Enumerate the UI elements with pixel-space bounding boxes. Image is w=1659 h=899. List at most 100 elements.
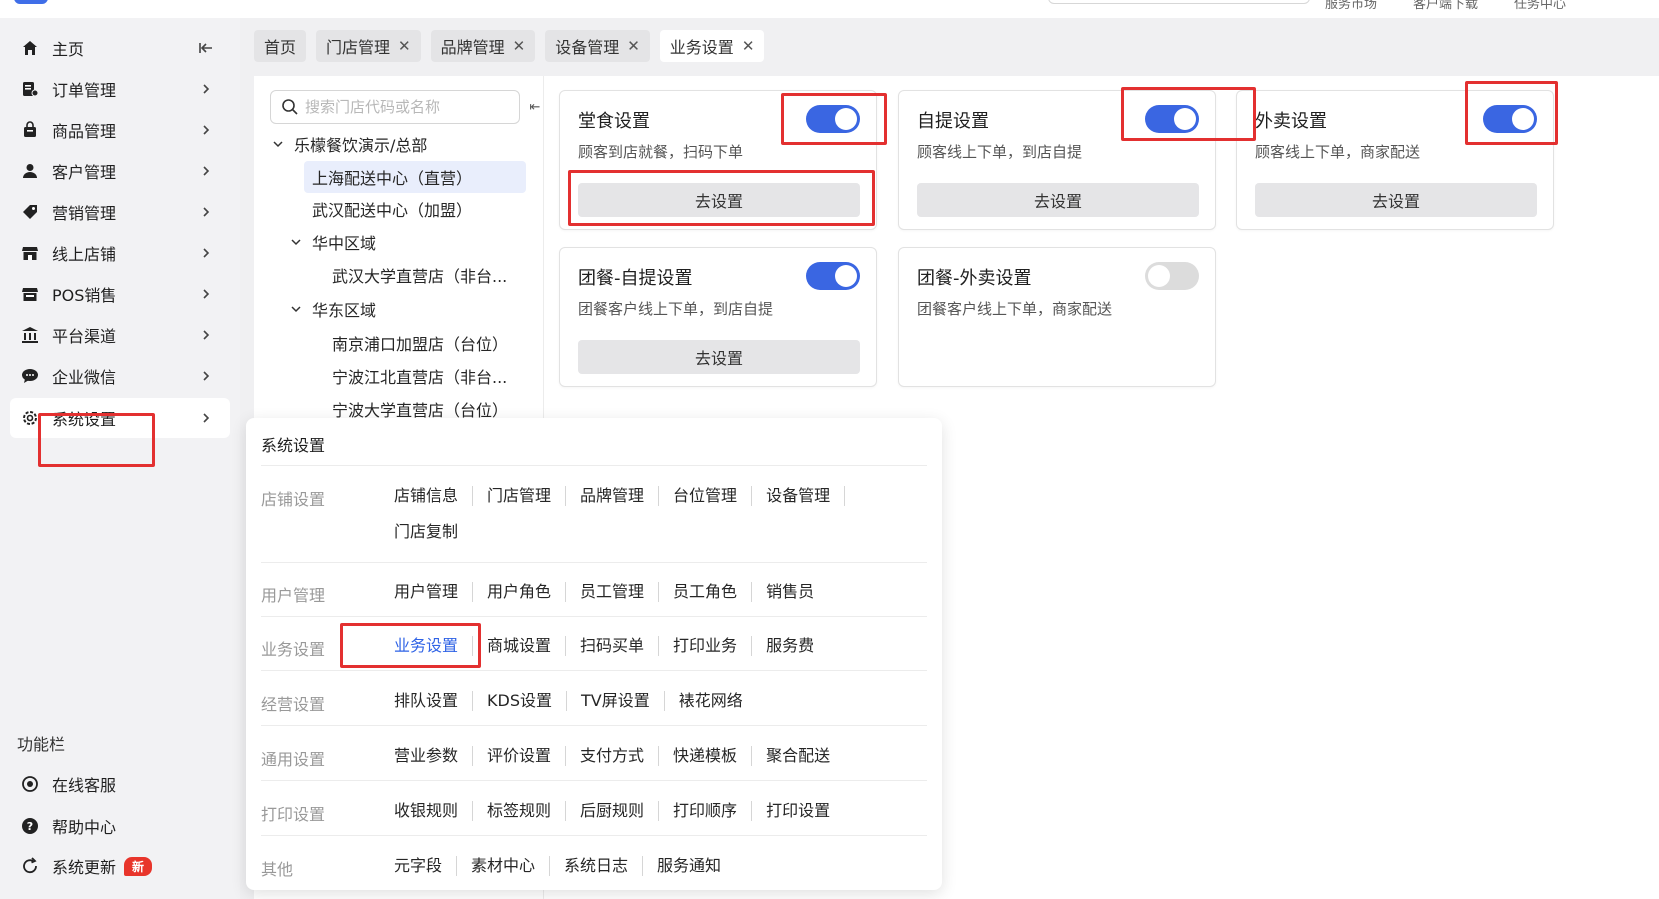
menu-link-service-fee[interactable]: 服务费 bbox=[766, 636, 828, 656]
tab-store-management[interactable]: 门店管理 ✕ bbox=[316, 30, 421, 62]
menu-divider bbox=[261, 670, 927, 671]
menu-link-aggregated-delivery[interactable]: 聚合配送 bbox=[766, 746, 844, 766]
card-title: 团餐-外卖设置 bbox=[917, 268, 1032, 289]
group-pickup-settings-button[interactable]: 去设置 bbox=[578, 340, 860, 374]
svg-text:?: ? bbox=[27, 820, 33, 833]
menu-link-store-info[interactable]: 店铺信息 bbox=[394, 486, 474, 506]
close-icon[interactable]: ✕ bbox=[513, 37, 526, 55]
top-link-client-download[interactable]: 客户端下载 bbox=[1413, 0, 1478, 12]
global-search-input[interactable] bbox=[1048, 0, 1310, 4]
delivery-settings-button[interactable]: 去设置 bbox=[1255, 183, 1537, 217]
menu-link-print-order[interactable]: 打印顺序 bbox=[673, 801, 753, 821]
menu-link-media-center[interactable]: 素材中心 bbox=[471, 856, 551, 876]
close-icon[interactable]: ✕ bbox=[398, 37, 411, 55]
group-delivery-toggle[interactable] bbox=[1145, 262, 1199, 290]
menu-link-business-settings[interactable]: 业务设置 bbox=[394, 636, 474, 656]
collapse-tree-icon[interactable]: ⇤ bbox=[526, 92, 544, 122]
tab-label: 品牌管理 bbox=[440, 38, 505, 57]
store-search-input[interactable] bbox=[305, 98, 505, 116]
menu-group-print-settings: 打印设置 收银规则 标签规则 后厨规则 打印顺序 打印设置 bbox=[261, 801, 927, 825]
sidebar-item-pos-sales[interactable]: POS销售 bbox=[10, 274, 230, 314]
menu-link-review-settings[interactable]: 评价设置 bbox=[487, 746, 567, 766]
sidebar-item-home[interactable]: 主页 bbox=[10, 28, 230, 68]
tag-icon bbox=[20, 202, 40, 222]
menu-link-business-params[interactable]: 营业参数 bbox=[394, 746, 474, 766]
menu-link-label-rules[interactable]: 标签规则 bbox=[487, 801, 567, 821]
menu-link-tv-settings[interactable]: TV屏设置 bbox=[581, 691, 665, 711]
function-online-support[interactable]: 在线客服 bbox=[10, 766, 230, 802]
tree-node-headquarters[interactable]: 乐檬餐饮演示/总部 bbox=[270, 128, 427, 160]
chevron-down-icon[interactable] bbox=[288, 234, 304, 250]
tree-node-shanghai-dc[interactable]: 上海配送中心（直营） bbox=[304, 161, 526, 193]
sidebar-item-platform-channels[interactable]: 平台渠道 bbox=[10, 315, 230, 355]
menu-link-service-notice[interactable]: 服务通知 bbox=[657, 856, 735, 876]
chevron-right-icon bbox=[196, 284, 216, 304]
menu-link-salesperson[interactable]: 销售员 bbox=[766, 582, 828, 602]
menu-link-system-log[interactable]: 系统日志 bbox=[564, 856, 644, 876]
dine-in-settings-button[interactable]: 去设置 bbox=[578, 183, 860, 217]
sidebar-item-customers[interactable]: 客户管理 bbox=[10, 151, 230, 191]
close-icon[interactable]: ✕ bbox=[742, 37, 755, 55]
menu-link-table-management[interactable]: 台位管理 bbox=[673, 486, 753, 506]
top-link-service-market[interactable]: 服务市场 bbox=[1325, 0, 1377, 12]
tree-node-central-region[interactable]: 华中区域 bbox=[288, 226, 376, 258]
delivery-toggle[interactable] bbox=[1483, 105, 1537, 133]
menu-link-device-management[interactable]: 设备管理 bbox=[766, 486, 846, 506]
page-tabs: 首页 门店管理 ✕ 品牌管理 ✕ 设备管理 ✕ 业务设置 ✕ bbox=[254, 30, 765, 62]
menu-link-staff-management[interactable]: 员工管理 bbox=[580, 582, 660, 602]
sidebar-item-online-store[interactable]: 线上店铺 bbox=[10, 233, 230, 273]
function-help-center[interactable]: ? 帮助中心 bbox=[10, 808, 230, 844]
sidebar-item-label: POS销售 bbox=[52, 286, 117, 305]
tree-node-ningbo-jiangbei-store[interactable]: 宁波江北直营店（非台... bbox=[332, 360, 507, 392]
tree-node-label: 武汉大学直营店（非台... bbox=[332, 267, 508, 286]
tab-device-management[interactable]: 设备管理 ✕ bbox=[545, 30, 650, 62]
menu-link-cake-network[interactable]: 裱花网络 bbox=[679, 691, 757, 711]
sidebar-item-label: 主页 bbox=[52, 40, 85, 59]
menu-link-mall-settings[interactable]: 商城设置 bbox=[487, 636, 567, 656]
menu-link-brand-management[interactable]: 品牌管理 bbox=[580, 486, 660, 506]
tree-node-east-region[interactable]: 华东区域 bbox=[288, 293, 376, 325]
tab-business-settings[interactable]: 业务设置 ✕ bbox=[659, 30, 765, 62]
menu-link-cashier-rules[interactable]: 收银规则 bbox=[394, 801, 474, 821]
sidebar-item-system-settings[interactable]: 系统设置 bbox=[10, 398, 230, 438]
card-dine-in: 堂食设置 顾客到店就餐，扫码下单 去设置 bbox=[559, 90, 877, 230]
tree-node-wuhan-dc[interactable]: 武汉配送中心（加盟） bbox=[312, 193, 472, 225]
pickup-toggle[interactable] bbox=[1145, 105, 1199, 133]
menu-link-scan-pay[interactable]: 扫码买单 bbox=[580, 636, 660, 656]
chevron-down-icon[interactable] bbox=[270, 136, 286, 152]
tree-node-nanjing-store[interactable]: 南京浦口加盟店（台位） bbox=[332, 327, 508, 359]
menu-link-user-roles[interactable]: 用户角色 bbox=[487, 582, 567, 602]
sidebar-item-wecom[interactable]: 企业微信 bbox=[10, 356, 230, 396]
dine-in-toggle[interactable] bbox=[806, 105, 860, 133]
menu-link-print-business[interactable]: 打印业务 bbox=[673, 636, 753, 656]
card-description: 顾客线上下单，到店自提 bbox=[917, 143, 1083, 161]
menu-link-payment-methods[interactable]: 支付方式 bbox=[580, 746, 660, 766]
tab-brand-management[interactable]: 品牌管理 ✕ bbox=[430, 30, 536, 62]
pickup-settings-button[interactable]: 去设置 bbox=[917, 183, 1199, 217]
menu-link-user-management[interactable]: 用户管理 bbox=[394, 582, 474, 602]
sidebar-item-orders[interactable]: 订单管理 bbox=[10, 69, 230, 109]
menu-link-store-management[interactable]: 门店管理 bbox=[487, 486, 567, 506]
menu-link-print-settings[interactable]: 打印设置 bbox=[766, 801, 844, 821]
chevron-right-icon bbox=[196, 325, 216, 345]
close-icon[interactable]: ✕ bbox=[627, 37, 640, 55]
sidebar-item-products[interactable]: 商品管理 bbox=[10, 110, 230, 150]
menu-link-meta-fields[interactable]: 元字段 bbox=[394, 856, 458, 876]
collapse-sidebar-icon[interactable] bbox=[196, 38, 216, 58]
menu-link-queue-settings[interactable]: 排队设置 bbox=[394, 691, 474, 711]
top-link-task-center[interactable]: 任务中心 bbox=[1514, 0, 1566, 12]
function-system-update[interactable]: 系统更新 新 bbox=[10, 848, 230, 884]
app-logo[interactable] bbox=[14, 0, 48, 4]
menu-link-store-copy[interactable]: 门店复制 bbox=[394, 522, 472, 542]
menu-link-kds-settings[interactable]: KDS设置 bbox=[487, 691, 567, 711]
tab-home[interactable]: 首页 bbox=[254, 30, 307, 62]
tree-node-whu-store[interactable]: 武汉大学直营店（非台... bbox=[332, 259, 507, 291]
tab-label: 业务设置 bbox=[669, 38, 734, 57]
chevron-down-icon[interactable] bbox=[288, 301, 304, 317]
menu-link-staff-roles[interactable]: 员工角色 bbox=[673, 582, 753, 602]
group-pickup-toggle[interactable] bbox=[806, 262, 860, 290]
chevron-right-icon bbox=[196, 79, 216, 99]
menu-link-kitchen-rules[interactable]: 后厨规则 bbox=[580, 801, 660, 821]
menu-link-shipping-templates[interactable]: 快递模板 bbox=[673, 746, 753, 766]
sidebar-item-marketing[interactable]: 营销管理 bbox=[10, 192, 230, 232]
